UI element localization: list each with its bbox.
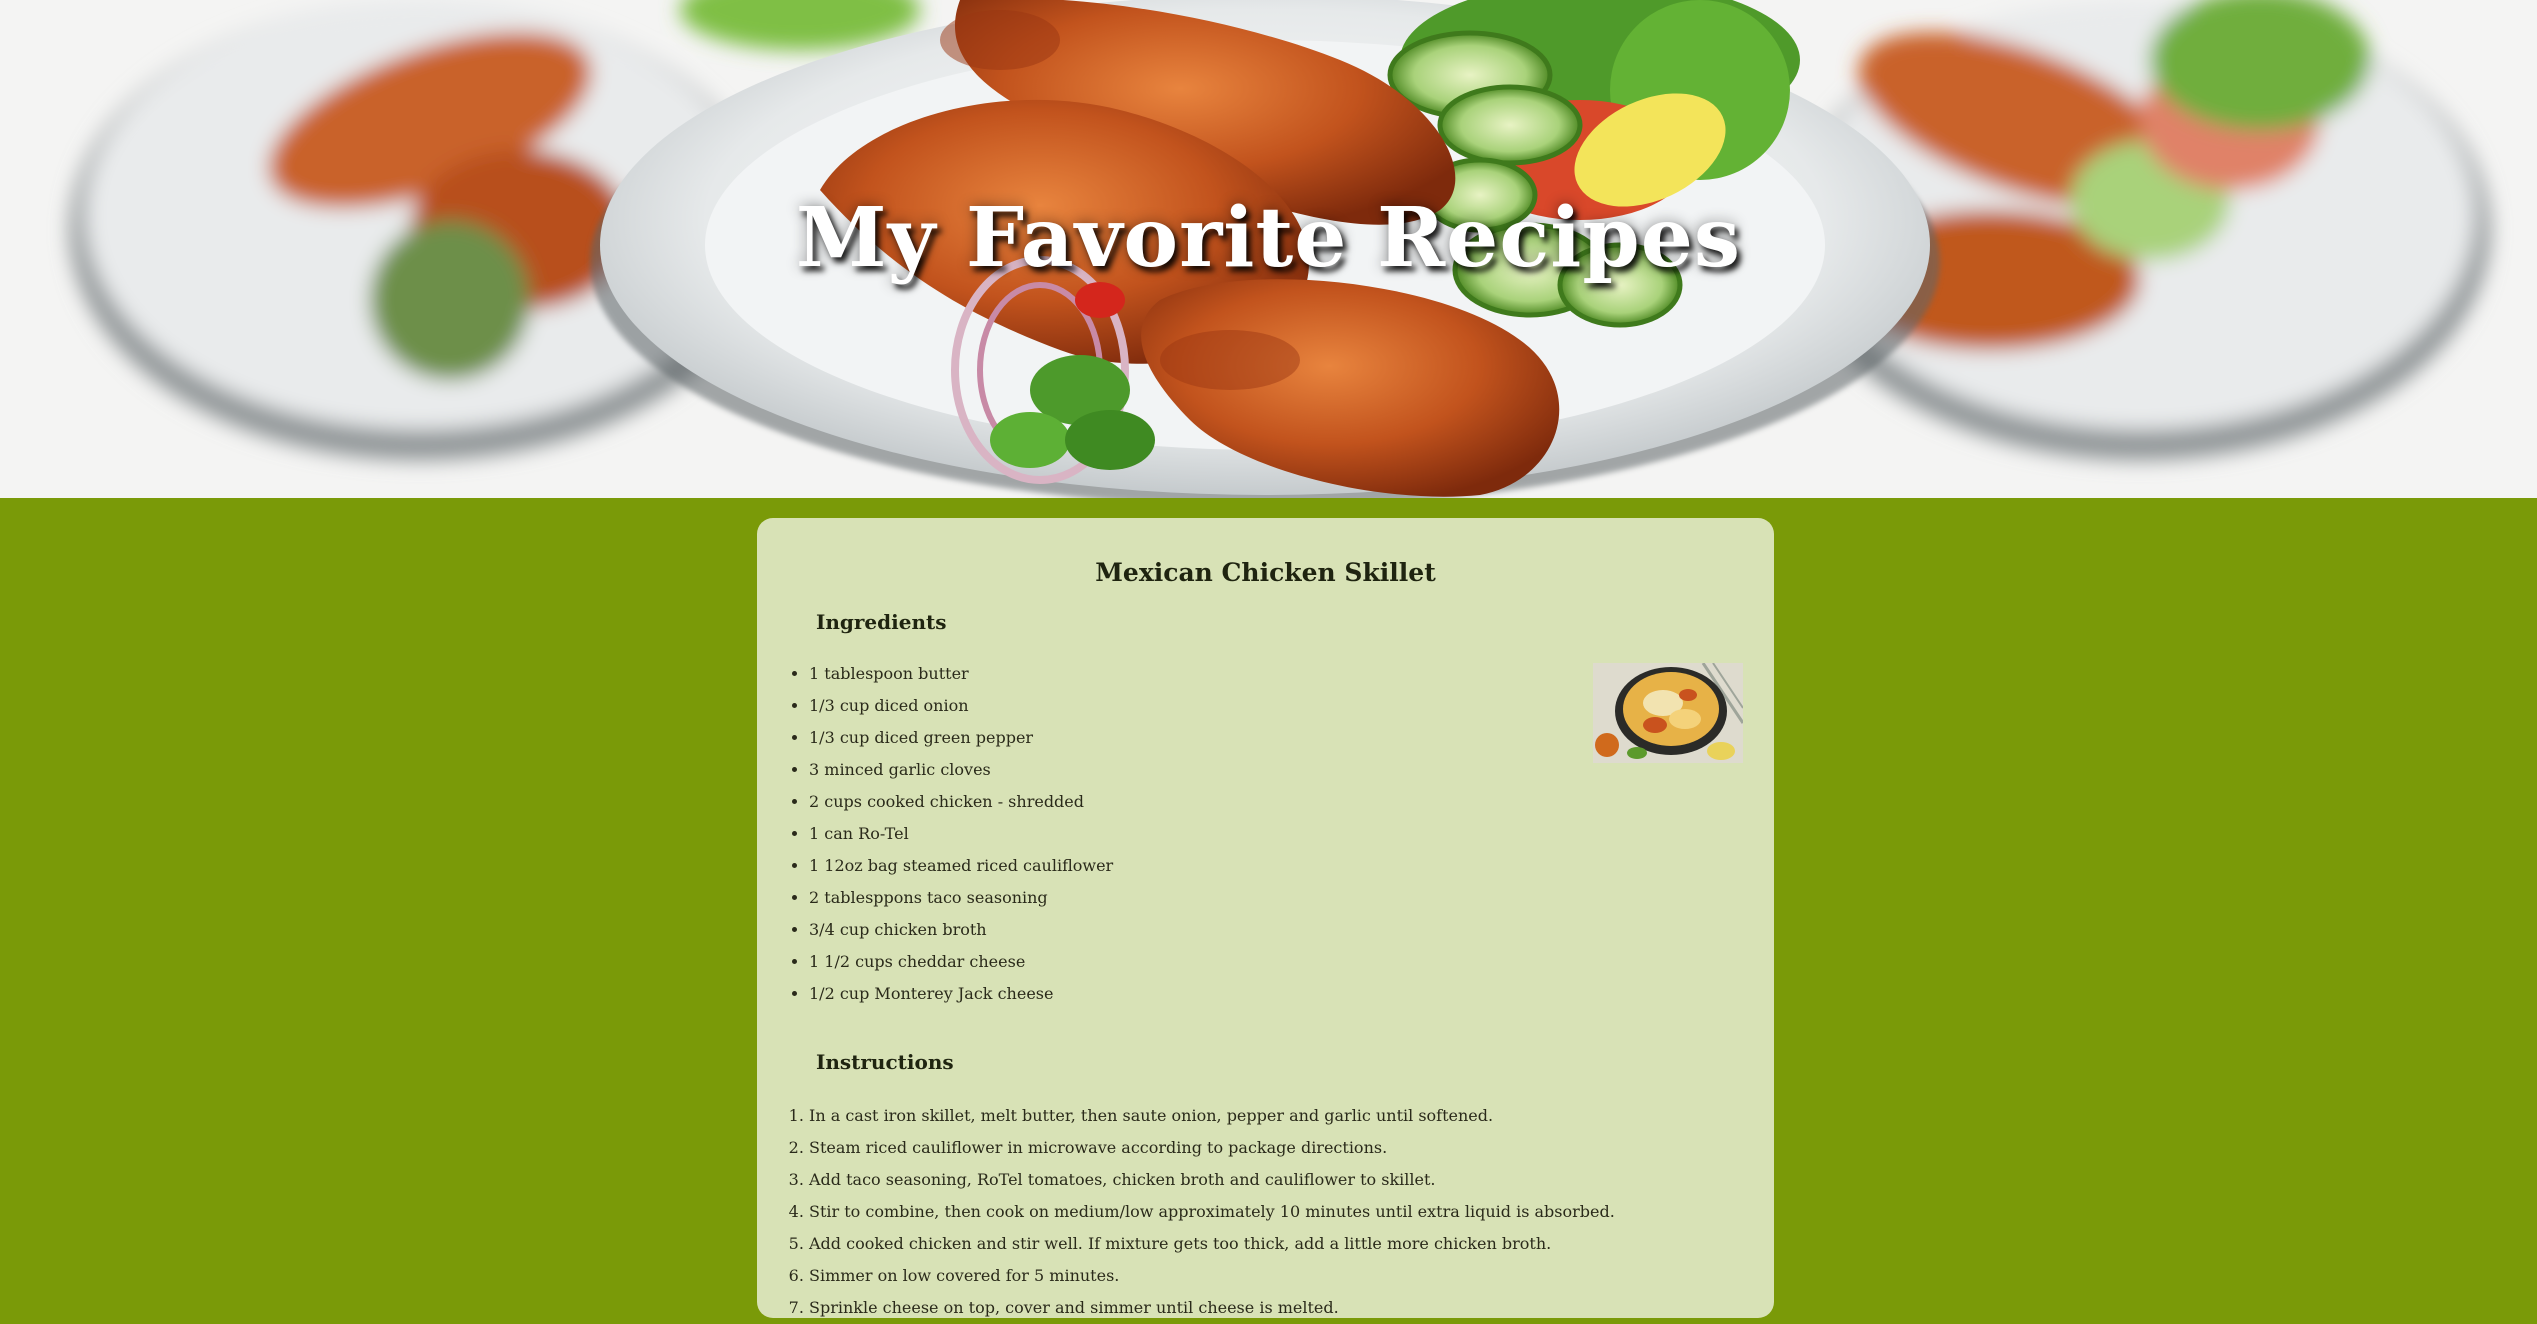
ingredient-item: 2 tablesppons taco seasoning	[809, 882, 1113, 914]
recipe-card: Mexican Chicken Skillet Ingredients 1 ta…	[757, 518, 1774, 1318]
instructions-heading: Instructions	[816, 1050, 954, 1074]
instruction-step: In a cast iron skillet, melt butter, the…	[809, 1100, 1615, 1132]
instruction-step: Steam riced cauliflower in microwave acc…	[809, 1132, 1615, 1164]
hero-banner: My Favorite Recipes	[0, 0, 2537, 498]
instruction-step: Stir to combine, then cook on medium/low…	[809, 1196, 1615, 1228]
dish-photo	[1593, 663, 1743, 763]
ingredient-item: 1/2 cup Monterey Jack cheese	[809, 978, 1113, 1010]
ingredient-item: 1 can Ro-Tel	[809, 818, 1113, 850]
ingredient-item: 1 12oz bag steamed riced cauliflower	[809, 850, 1113, 882]
ingredient-item: 3 minced garlic cloves	[809, 754, 1113, 786]
instructions-list: In a cast iron skillet, melt butter, the…	[809, 1100, 1615, 1324]
ingredients-heading: Ingredients	[816, 610, 947, 634]
main-content: Mexican Chicken Skillet Ingredients 1 ta…	[0, 498, 2537, 1318]
ingredient-item: 2 cups cooked chicken - shredded	[809, 786, 1113, 818]
ingredients-list: 1 tablespoon butter 1/3 cup diced onion …	[809, 658, 1113, 1010]
page-title: My Favorite Recipes	[795, 190, 1742, 286]
ingredient-item: 1 1/2 cups cheddar cheese	[809, 946, 1113, 978]
ingredient-item: 1/3 cup diced onion	[809, 690, 1113, 722]
ingredient-item: 1/3 cup diced green pepper	[809, 722, 1113, 754]
ingredient-item: 3/4 cup chicken broth	[809, 914, 1113, 946]
instruction-step: Add cooked chicken and stir well. If mix…	[809, 1228, 1615, 1260]
instruction-step: Simmer on low covered for 5 minutes.	[809, 1260, 1615, 1292]
instruction-step: Add taco seasoning, RoTel tomatoes, chic…	[809, 1164, 1615, 1196]
recipe-title: Mexican Chicken Skillet	[1095, 558, 1436, 587]
instruction-step: Sprinkle cheese on top, cover and simmer…	[809, 1292, 1615, 1324]
ingredient-item: 1 tablespoon butter	[809, 658, 1113, 690]
